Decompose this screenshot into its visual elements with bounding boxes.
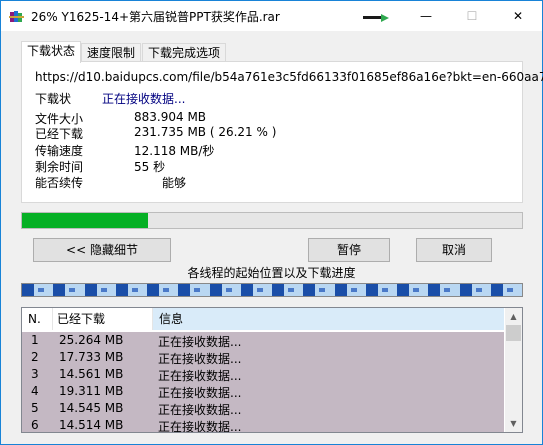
close-icon: ✕: [512, 9, 524, 23]
thread-segment-mark: [319, 288, 325, 292]
thread-segment: [85, 284, 97, 296]
hide-details-button[interactable]: << 隐藏细节: [33, 238, 171, 262]
thread-segment-mark: [101, 288, 107, 292]
thread-segment-mark: [507, 288, 513, 292]
column-header-n[interactable]: N.: [22, 308, 54, 330]
state-label: 下载状: [35, 92, 72, 106]
table-row[interactable]: 6 14.514 MB 正在接收数据...: [22, 417, 504, 433]
progress-fill: [22, 213, 148, 228]
thread-segment: [272, 284, 284, 296]
tab-speed-limit[interactable]: 速度限制: [81, 43, 142, 62]
table-row[interactable]: 3 14.561 MB 正在接收数据...: [22, 366, 504, 383]
cell-n: 5: [31, 401, 39, 415]
pause-button[interactable]: 暂停: [308, 238, 390, 262]
scroll-down-icon[interactable]: ▼: [505, 415, 522, 432]
thread-segment-mark: [194, 288, 200, 292]
status-panel: https://d10.baidupcs.com/file/b54a761e3c…: [21, 61, 543, 203]
title-bar[interactable]: 26% Y1625-14+第六届锐普PPT获奖作品.rar — ☐ ✕: [1, 1, 542, 31]
cell-n: 4: [31, 384, 39, 398]
resume-label: 能否续传: [35, 176, 84, 190]
remaining-value: 55 秒: [134, 160, 166, 174]
window-title: 26% Y1625-14+第六届锐普PPT获奖作品.rar: [31, 10, 280, 24]
thread-segment: [335, 284, 347, 296]
thread-segment-mark: [163, 288, 169, 292]
cell-downloaded: 14.514 MB: [59, 418, 124, 432]
maximize-button[interactable]: ☐: [449, 1, 495, 31]
thread-segment-mark: [69, 288, 75, 292]
cell-downloaded: 17.733 MB: [59, 350, 124, 364]
minimize-button[interactable]: —: [403, 1, 449, 31]
download-window: 26% Y1625-14+第六届锐普PPT获奖作品.rar — ☐ ✕ 下载状态…: [0, 0, 543, 445]
thread-segment: [366, 284, 378, 296]
scroll-up-icon[interactable]: ▲: [505, 308, 522, 325]
cell-downloaded: 25.264 MB: [59, 333, 124, 347]
tab-completion-options[interactable]: 下载完成选项: [142, 43, 227, 62]
thread-segment-mark: [38, 288, 44, 292]
downloaded-label: 已经下载: [35, 127, 84, 141]
cell-info: 正在接收数据...: [158, 386, 242, 400]
maximize-icon: ☐: [466, 9, 478, 23]
thread-segment-mark: [226, 288, 232, 292]
thread-segment-mark: [257, 288, 263, 292]
thread-segment: [397, 284, 409, 296]
cell-info: 正在接收数据...: [158, 420, 242, 433]
thread-segment: [210, 284, 222, 296]
thread-segment-mark: [476, 288, 482, 292]
thread-progress-caption: 各线程的起始位置以及下载进度: [187, 266, 356, 280]
cell-info: 正在接收数据...: [158, 369, 242, 383]
thread-segment: [53, 284, 65, 296]
winrar-books-icon: [9, 11, 24, 22]
cell-info: 正在接收数据...: [158, 352, 242, 366]
cancel-button[interactable]: 取消: [416, 238, 492, 262]
cell-downloaded: 14.545 MB: [59, 401, 124, 415]
resume-value: 能够: [162, 176, 187, 190]
column-header-downloaded[interactable]: 已经下载: [53, 308, 157, 330]
thread-segment: [22, 284, 34, 296]
table-row[interactable]: 4 19.311 MB 正在接收数据...: [22, 383, 504, 400]
close-button[interactable]: ✕: [495, 1, 541, 31]
tab-download-status[interactable]: 下载状态: [21, 41, 82, 63]
downloaded-value: 231.735 MB ( 26.21 % ): [134, 125, 277, 139]
thread-segment: [241, 284, 253, 296]
table-row[interactable]: 2 17.733 MB 正在接收数据...: [22, 349, 504, 366]
cell-info: 正在接收数据...: [158, 403, 242, 417]
list-vertical-scrollbar[interactable]: ▲ ▼: [505, 308, 522, 432]
cell-n: 2: [31, 350, 39, 364]
thread-segment: [147, 284, 159, 296]
download-url: https://d10.baidupcs.com/file/b54a761e3c…: [35, 70, 543, 84]
column-header-info[interactable]: 信息: [153, 308, 504, 330]
thread-segment-mark: [132, 288, 138, 292]
thread-segment: [178, 284, 190, 296]
thread-segment-mark: [288, 288, 294, 292]
thread-segment-mark: [351, 288, 357, 292]
cell-downloaded: 19.311 MB: [59, 384, 124, 398]
speed-value: 12.118 MB/秒: [134, 144, 215, 158]
thread-progress-bar: [21, 283, 523, 297]
thread-segment: [116, 284, 128, 296]
drag-arrow-icon: [363, 14, 389, 22]
cell-info: 正在接收数据...: [158, 335, 242, 349]
cell-n: 3: [31, 367, 39, 381]
cell-n: 6: [31, 418, 39, 432]
minimize-icon: —: [420, 9, 432, 23]
thread-segment-mark: [382, 288, 388, 292]
scroll-thumb[interactable]: [506, 325, 521, 341]
table-row[interactable]: 5 14.545 MB 正在接收数据...: [22, 400, 504, 417]
thread-segment-mark: [413, 288, 419, 292]
thread-segment: [303, 284, 315, 296]
file-size-value: 883.904 MB: [134, 110, 207, 124]
thread-segment: [491, 284, 503, 296]
download-progress-bar: [21, 212, 523, 229]
cell-downloaded: 14.561 MB: [59, 367, 124, 381]
thread-segment: [428, 284, 440, 296]
remaining-label: 剩余时间: [35, 160, 84, 174]
state-value: 正在接收数据...: [102, 92, 186, 106]
table-row[interactable]: 1 25.264 MB 正在接收数据...: [22, 332, 504, 349]
thread-list: N. 已经下载 信息 1 25.264 MB 正在接收数据... 2 17.733 MB…: [21, 307, 523, 433]
cell-n: 1: [31, 333, 39, 347]
speed-label: 传输速度: [35, 144, 84, 158]
thread-segment-mark: [444, 288, 450, 292]
thread-segment: [460, 284, 472, 296]
